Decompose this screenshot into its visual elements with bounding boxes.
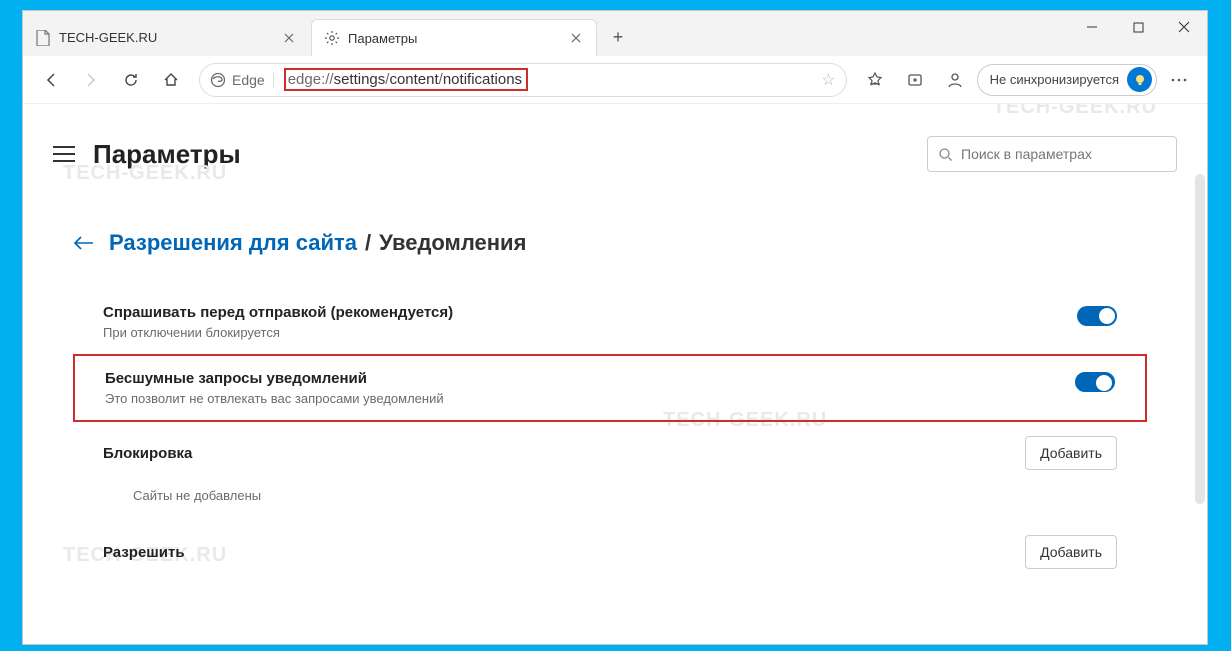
url-seg: notifications	[443, 71, 522, 88]
sync-status[interactable]: Не синхронизируется	[977, 64, 1157, 96]
setting-quiet-requests: Бесшумные запросы уведомлений Это позвол…	[73, 354, 1147, 422]
setting-text: Бесшумные запросы уведомлений Это позвол…	[105, 370, 1075, 406]
more-button[interactable]	[1161, 62, 1197, 98]
browser-window: TECH-GEEK.RU Параметры +	[22, 10, 1208, 645]
toggle-quiet-requests[interactable]	[1075, 372, 1115, 392]
settings-search-input[interactable]	[961, 146, 1166, 162]
settings-page-body: Разрешения для сайта / Уведомления Спраш…	[23, 190, 1207, 575]
tab-techgeek[interactable]: TECH-GEEK.RU	[23, 19, 309, 56]
back-button[interactable]	[33, 62, 69, 98]
back-arrow-icon[interactable]	[73, 235, 95, 251]
search-icon	[938, 147, 953, 162]
minimize-button[interactable]	[1069, 11, 1115, 43]
settings-search[interactable]	[927, 136, 1177, 172]
breadcrumb-current: Уведомления	[379, 230, 526, 256]
url-seg: content	[389, 71, 438, 88]
address-bar[interactable]: Edge edge:// settings / content / notifi…	[199, 63, 847, 97]
block-empty-message: Сайты не добавлены	[73, 484, 1147, 521]
maximize-button[interactable]	[1115, 11, 1161, 43]
favorite-star-icon[interactable]: ☆	[821, 70, 835, 90]
add-allow-button[interactable]: Добавить	[1025, 535, 1117, 569]
hamburger-icon[interactable]	[53, 146, 75, 162]
collections-button[interactable]	[897, 62, 933, 98]
page-icon	[35, 30, 51, 46]
new-tab-button[interactable]: +	[603, 22, 633, 52]
url-display: edge:// settings / content / notificatio…	[274, 68, 836, 91]
settings-content: TECH-GEEK.RU TECH-GEEK.RU TECH-GEEK.RU T…	[23, 104, 1207, 644]
settings-title: Параметры	[93, 139, 241, 170]
setting-text: Спрашивать перед отправкой (рекомендуетс…	[103, 304, 1077, 340]
tab-settings[interactable]: Параметры	[311, 19, 597, 56]
section-allow: Разрешить Добавить	[73, 521, 1147, 575]
section-block: Блокировка Добавить	[73, 422, 1147, 484]
url-highlight: edge:// settings / content / notificatio…	[284, 68, 528, 91]
edge-badge: Edge	[210, 72, 274, 88]
row-title: Спрашивать перед отправкой (рекомендуетс…	[103, 304, 1077, 321]
refresh-button[interactable]	[113, 62, 149, 98]
edge-badge-label: Edge	[232, 72, 265, 88]
tab-title: TECH-GEEK.RU	[59, 30, 273, 45]
edge-icon	[210, 72, 226, 88]
url-seg: settings	[334, 71, 386, 88]
setting-ask-before: Спрашивать перед отправкой (рекомендуетс…	[73, 290, 1147, 354]
forward-button	[73, 62, 109, 98]
scrollbar[interactable]	[1195, 174, 1205, 504]
close-icon[interactable]	[568, 30, 584, 46]
gear-icon	[324, 30, 340, 46]
settings-header: Параметры	[23, 104, 1207, 190]
breadcrumb-link[interactable]: Разрешения для сайта	[109, 230, 357, 256]
add-block-button[interactable]: Добавить	[1025, 436, 1117, 470]
home-button[interactable]	[153, 62, 189, 98]
tab-strip: TECH-GEEK.RU Параметры +	[23, 11, 1207, 56]
breadcrumb-sep: /	[365, 230, 371, 256]
row-title: Бесшумные запросы уведомлений	[105, 370, 1075, 387]
bulb-icon	[1127, 67, 1152, 92]
breadcrumb: Разрешения для сайта / Уведомления	[73, 230, 1147, 256]
sync-label: Не синхронизируется	[990, 72, 1119, 87]
close-icon[interactable]	[281, 30, 297, 46]
close-window-button[interactable]	[1161, 11, 1207, 43]
toggle-ask-before[interactable]	[1077, 306, 1117, 326]
row-subtitle: При отключении блокируется	[103, 325, 1077, 340]
toolbar: Edge edge:// settings / content / notifi…	[23, 56, 1207, 104]
row-subtitle: Это позволит не отвлекать вас запросами …	[105, 391, 1075, 406]
section-title: Блокировка	[103, 445, 192, 462]
profile-button[interactable]	[937, 62, 973, 98]
section-title: Разрешить	[103, 544, 185, 561]
tab-title: Параметры	[348, 31, 560, 46]
url-proto: edge://	[288, 71, 334, 88]
window-controls	[1069, 11, 1207, 43]
favorites-button[interactable]	[857, 62, 893, 98]
